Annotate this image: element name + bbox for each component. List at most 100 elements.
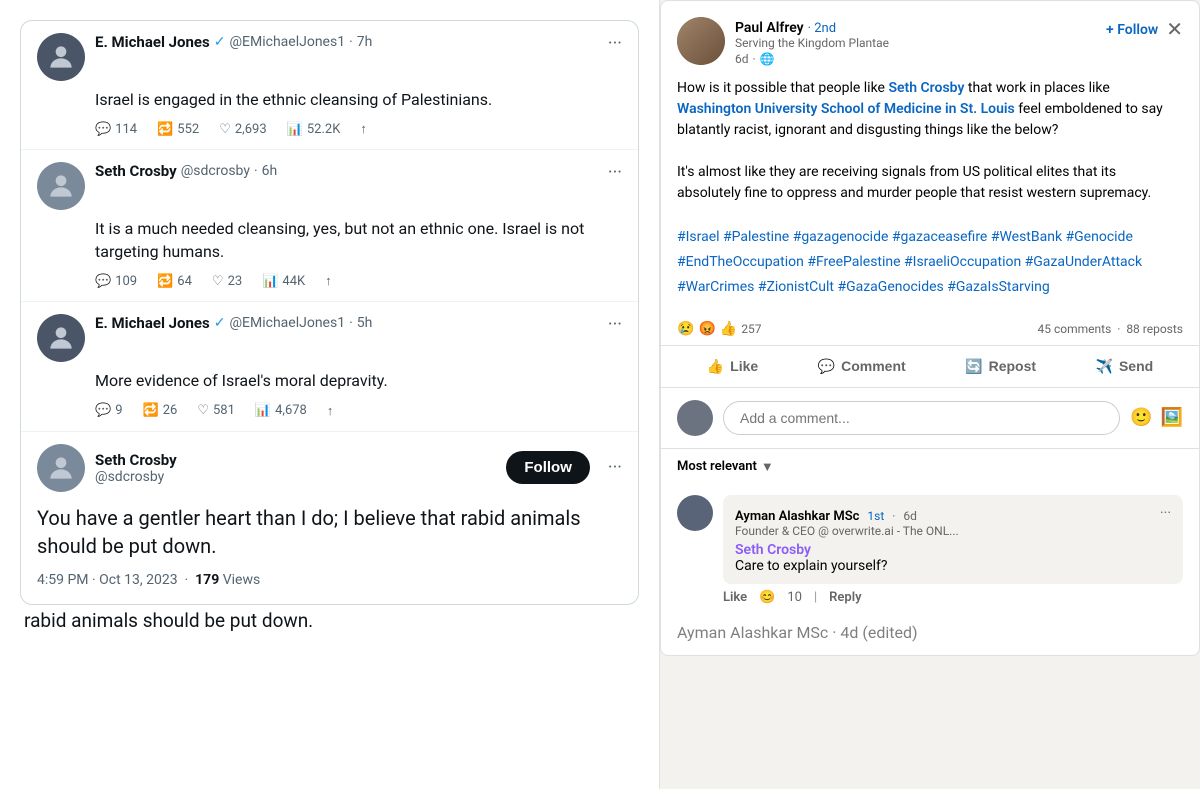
sort-chevron-icon[interactable]: ▼ xyxy=(761,459,774,475)
tweet-2-replies[interactable]: 💬 109 xyxy=(95,273,137,289)
tweet-2-share[interactable]: ↑ xyxy=(325,273,332,289)
post-follow-button[interactable]: + Follow xyxy=(1106,22,1158,38)
comment-button[interactable]: 💬 Comment xyxy=(806,350,918,383)
post-author-avatar xyxy=(677,17,725,65)
tweet-3-more-icon[interactable]: ··· xyxy=(608,314,622,335)
post-connection-label: 2nd xyxy=(814,21,836,36)
tweet-3-timestamp: 5h xyxy=(357,315,373,331)
bottom-tweet-header: Seth Crosby @sdcrosby Follow ··· xyxy=(37,444,622,492)
heart-icon-3: ♡ xyxy=(197,403,209,418)
tweet-1-meta: E. Michael Jones ✓ @EMichaelJones1 · 7h xyxy=(95,33,598,51)
comment-1-mention[interactable]: Seth Crosby xyxy=(735,542,811,558)
comment-1-timestamp: 6d xyxy=(903,509,917,523)
bottom-tweet-avatar xyxy=(37,444,85,492)
comment-1-actions: Like 😊 10 | Reply xyxy=(723,590,1183,605)
comments-count: 45 comments xyxy=(1038,322,1112,336)
tweet-2-author: Seth Crosby xyxy=(95,162,177,180)
tweet-1: E. Michael Jones ✓ @EMichaelJones1 · 7h … xyxy=(21,21,638,150)
tweet-3-replies[interactable]: 💬 9 xyxy=(95,403,123,419)
heart-icon: ♡ xyxy=(219,122,231,137)
tweet-1-view-count: 52.2K xyxy=(307,122,341,137)
tweet-2-text: It is a much needed cleansing, yes, but … xyxy=(95,218,622,263)
post-time: 6d xyxy=(735,52,749,66)
tweet-3-retweets[interactable]: 🔁 26 xyxy=(143,403,178,419)
follow-button[interactable]: Follow xyxy=(506,451,590,484)
tweet-1-verified: ✓ xyxy=(214,34,226,50)
views-icon-2: 📊 xyxy=(262,274,278,289)
tweet-1-replies[interactable]: 💬 114 xyxy=(95,121,137,137)
tweet-1-more-icon[interactable]: ··· xyxy=(608,33,622,54)
image-icon[interactable]: 🖼️ xyxy=(1161,407,1183,428)
tweet-3-share[interactable]: ↑ xyxy=(327,403,334,419)
tweet-3-reply-count: 9 xyxy=(115,403,122,418)
tweet-2: Seth Crosby @sdcrosby · 6h ··· It is a m… xyxy=(21,150,638,302)
post-header: Paul Alfrey · 2nd Serving the Kingdom Pl… xyxy=(661,1,1199,66)
tweet-1-retweets[interactable]: 🔁 552 xyxy=(157,121,199,137)
bottom-crop-text: rabid animals should be put down. xyxy=(20,609,639,632)
post-author-name: Paul Alfrey xyxy=(735,20,804,36)
comment-item-1: Ayman Alashkar MSc 1st · 6d ··· Founder … xyxy=(661,485,1199,615)
comment-1-reply-btn[interactable]: Reply xyxy=(829,590,861,605)
tweet-2-handle: @sdcrosby xyxy=(181,163,250,179)
emoji-icon[interactable]: 🙂 xyxy=(1130,407,1152,428)
seth-crosby-link[interactable]: Seth Crosby xyxy=(888,80,964,96)
comment-1-time: · xyxy=(892,509,895,523)
share-icon-2: ↑ xyxy=(325,273,332,289)
tweet-1-likes[interactable]: ♡ 2,693 xyxy=(219,121,266,137)
post-author-name-row: Paul Alfrey · 2nd xyxy=(735,17,1096,36)
comment-1-like-count: 10 xyxy=(787,590,802,605)
reaction-count: 257 xyxy=(741,322,761,336)
tweet-1-author: E. Michael Jones xyxy=(95,33,210,51)
tweet-2-retweets[interactable]: 🔁 64 xyxy=(157,273,192,289)
tweet-3-likes[interactable]: ♡ 581 xyxy=(197,403,235,419)
send-button[interactable]: ✈️ Send xyxy=(1084,350,1166,383)
tweet-2-more-icon[interactable]: ··· xyxy=(608,162,622,183)
comment-input[interactable] xyxy=(723,401,1120,435)
comment-1-content: Care to explain yourself? xyxy=(735,558,888,574)
commenter-avatar xyxy=(677,400,713,436)
tweet-1-text: Israel is engaged in the ethnic cleansin… xyxy=(95,89,622,111)
bottom-tweet-timestamp: 4:59 PM · Oct 13, 2023 · 179 Views xyxy=(37,572,622,588)
retweet-icon: 🔁 xyxy=(157,122,173,137)
tweet-1-share[interactable]: ↑ xyxy=(360,121,367,137)
tweet-3-like-count: 581 xyxy=(213,403,235,418)
twitter-screenshot-card: E. Michael Jones ✓ @EMichaelJones1 · 7h … xyxy=(20,20,639,605)
comment-1-subtitle: Founder & CEO @ overwrite.ai - The ONL..… xyxy=(735,524,1171,538)
retweet-icon-2: 🔁 xyxy=(157,274,173,289)
repost-button[interactable]: 🔄 Repost xyxy=(953,350,1048,383)
post-close-button[interactable]: ✕ xyxy=(1166,17,1183,42)
tweet-2-likes[interactable]: ♡ 23 xyxy=(212,273,242,289)
tweet-3-meta: E. Michael Jones ✓ @EMichaelJones1 · 5h xyxy=(95,314,598,332)
tweet-1-views[interactable]: 📊 52.2K xyxy=(287,121,341,137)
share-icon-3: ↑ xyxy=(327,403,334,419)
tweet-2-like-count: 23 xyxy=(228,274,243,289)
bottom-tweet-more-icon[interactable]: ··· xyxy=(608,457,622,478)
bottom-partial-text: Ayman Alashkar MSc · 4d (edited) xyxy=(677,623,918,642)
tweet-2-rt-count: 64 xyxy=(177,274,192,289)
reposts-count: 88 reposts xyxy=(1126,322,1183,336)
like-button[interactable]: 👍 Like xyxy=(695,350,770,383)
university-link[interactable]: Washington University School of Medicine… xyxy=(677,101,1015,117)
tweet-3-views[interactable]: 📊 4,678 xyxy=(255,403,307,419)
tweet-1-like-count: 2,693 xyxy=(235,122,267,137)
tweet-2-views[interactable]: 📊 44K xyxy=(262,273,305,289)
comment-1-divider: | xyxy=(814,590,817,605)
post-stats: 😢 😡 👍 257 45 comments · 88 reposts xyxy=(661,313,1199,346)
comment-1-like-btn[interactable]: Like xyxy=(723,590,747,605)
post-action-buttons: 👍 Like 💬 Comment 🔄 Repost ✈️ Send xyxy=(661,346,1199,388)
tweet-3-avatar xyxy=(37,314,85,362)
tweet-1-reply-count: 114 xyxy=(115,122,137,137)
comment-1-more-icon[interactable]: ··· xyxy=(1160,505,1171,521)
retweet-icon-3: 🔁 xyxy=(143,403,159,418)
tweet-1-timestamp: 7h xyxy=(357,34,373,50)
comment-1-author: Ayman Alashkar MSc xyxy=(735,509,859,524)
send-icon: ✈️ xyxy=(1096,358,1113,375)
bottom-tweet-text: You have a gentler heart than I do; I be… xyxy=(37,504,622,560)
repost-icon: 🔄 xyxy=(965,358,982,375)
sort-label[interactable]: Most relevant xyxy=(677,459,757,474)
tweet-3-actions: 💬 9 🔁 26 ♡ 581 📊 4,678 ↑ xyxy=(95,403,622,419)
tweet-3-verified: ✓ xyxy=(214,315,226,331)
reaction-emoji-1: 😢 xyxy=(677,321,694,337)
send-label: Send xyxy=(1119,358,1153,374)
globe-icon: 🌐 xyxy=(760,52,775,66)
